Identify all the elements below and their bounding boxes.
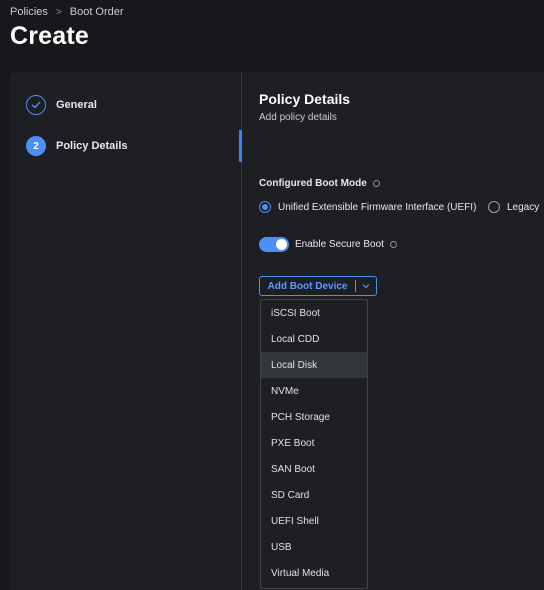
info-icon[interactable]: [389, 241, 397, 248]
radio-uefi[interactable]: Unified Extensible Firmware Interface (U…: [259, 201, 476, 213]
radio-unselected-icon[interactable]: [488, 201, 500, 213]
chevron-down-icon[interactable]: [356, 281, 376, 291]
add-boot-device-label: Add Boot Device: [267, 280, 348, 292]
menu-item-local-cdd[interactable]: Local CDD: [261, 326, 367, 352]
menu-item-nvme[interactable]: NVMe: [261, 378, 367, 404]
step-policy-details[interactable]: 2 Policy Details: [26, 136, 128, 156]
check-icon: [26, 95, 46, 115]
secure-boot-row: Enable Secure Boot: [259, 237, 397, 252]
active-step-marker: [239, 130, 242, 162]
boot-mode-label-text: Configured Boot Mode: [259, 178, 367, 189]
boot-device-menu: iSCSI Boot Local CDD Local Disk NVMe PCH…: [260, 299, 368, 589]
step-number-badge: 2: [26, 136, 46, 156]
section-subtitle: Add policy details: [259, 112, 337, 123]
breadcrumb-separator: >: [55, 6, 62, 18]
menu-item-pch-storage[interactable]: PCH Storage: [261, 404, 367, 430]
radio-uefi-label: Unified Extensible Firmware Interface (U…: [278, 201, 477, 213]
secure-boot-toggle[interactable]: [259, 237, 289, 252]
step-general[interactable]: General: [26, 95, 97, 115]
radio-legacy[interactable]: Legacy: [488, 201, 539, 213]
step-label-policy-details: Policy Details: [56, 140, 128, 152]
menu-item-virtual-media[interactable]: Virtual Media: [261, 560, 367, 586]
add-boot-device-button[interactable]: Add Boot Device: [259, 276, 377, 296]
menu-item-usb[interactable]: USB: [261, 534, 367, 560]
radio-selected-icon[interactable]: [259, 201, 271, 213]
menu-item-sd-card[interactable]: SD Card: [261, 482, 367, 508]
step-label-general: General: [56, 99, 97, 111]
menu-item-pxe-boot[interactable]: PXE Boot: [261, 430, 367, 456]
breadcrumb-item-boot-order[interactable]: Boot Order: [70, 6, 124, 18]
breadcrumb-item-policies[interactable]: Policies: [10, 6, 48, 18]
breadcrumb: Policies > Boot Order: [10, 6, 124, 18]
menu-item-local-disk[interactable]: Local Disk: [261, 352, 367, 378]
section-title: Policy Details: [259, 91, 351, 107]
page-title: Create: [10, 22, 90, 50]
menu-item-iscsi-boot[interactable]: iSCSI Boot: [261, 300, 367, 326]
secure-boot-label: Enable Secure Boot: [295, 239, 384, 250]
menu-item-uefi-shell[interactable]: UEFI Shell: [261, 508, 367, 534]
radio-legacy-label: Legacy: [507, 201, 540, 213]
wizard-panel: General 2 Policy Details Policy Details …: [10, 72, 544, 590]
boot-mode-label: Configured Boot Mode: [259, 178, 380, 189]
menu-item-san-boot[interactable]: SAN Boot: [261, 456, 367, 482]
info-icon[interactable]: [372, 180, 380, 187]
